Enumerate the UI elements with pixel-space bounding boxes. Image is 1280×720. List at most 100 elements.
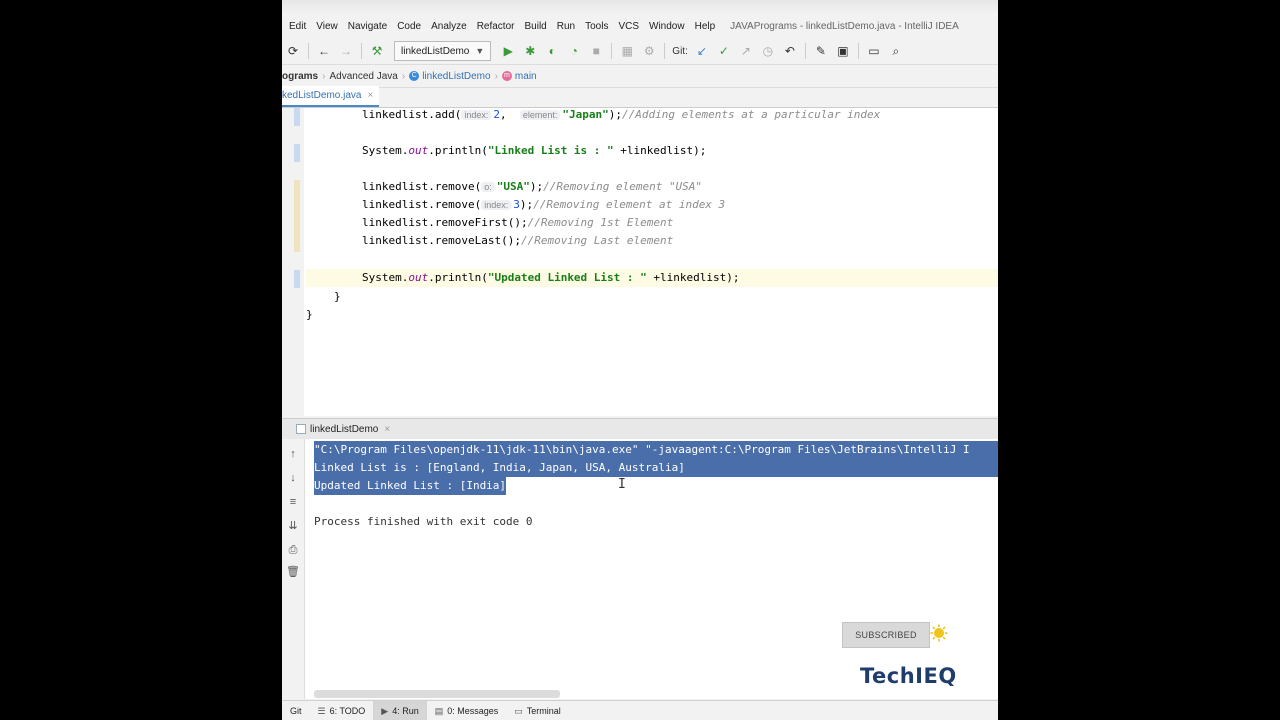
coverage-icon[interactable]: ◐	[541, 41, 563, 61]
console-line-output: Linked List is : [England, India, Japan,…	[314, 459, 685, 477]
tab-run-linkedlistdemo[interactable]: linkedListDemo ×	[296, 424, 390, 435]
breadcrumb-method[interactable]: m main	[501, 70, 537, 82]
code-line: System.out.println("Linked List is : " +…	[362, 144, 707, 157]
close-icon[interactable]: ×	[367, 90, 373, 101]
chevron-down-icon: ▼	[475, 46, 485, 56]
search-icon[interactable]: ⌕	[885, 41, 907, 61]
run-tab-label: linkedListDemo	[310, 423, 379, 435]
console-line-output: Updated Linked List : [India]	[314, 477, 507, 495]
change-marker	[294, 180, 300, 252]
text-cursor-icon: I	[618, 477, 626, 492]
brand-logo: TechIEQ	[860, 664, 957, 688]
profile-icon[interactable]: ◔	[563, 41, 585, 61]
soft-wrap-icon[interactable]: ≡	[286, 495, 300, 509]
git-push-icon[interactable]: ↗	[735, 41, 757, 61]
window-title: JAVAPrograms - linkedListDemo.java - Int…	[730, 20, 959, 32]
menu-run[interactable]: Run	[554, 21, 578, 32]
arrow-down-icon[interactable]: ↓	[286, 471, 300, 485]
menu-window[interactable]: Window	[646, 21, 688, 32]
menu-navigate[interactable]: Navigate	[345, 21, 390, 32]
rollback-icon[interactable]: ↶	[779, 41, 801, 61]
breadcrumb-class-label: linkedListDemo	[422, 70, 491, 82]
toolbar-divider	[361, 43, 362, 59]
debug-icon[interactable]: ✱	[519, 41, 541, 61]
toolbar-divider	[664, 43, 666, 59]
trash-icon[interactable]: 🗑	[286, 565, 300, 579]
chevron-right-icon: ›	[322, 70, 326, 82]
run-tool-header: linkedListDemo ×	[282, 418, 998, 439]
git-update-icon[interactable]: ↙	[691, 41, 713, 61]
run-console[interactable]: ↑ ↓ ≡ ⇊ ⎙ 🗑 "C:\Program Files\openjdk-11…	[282, 439, 998, 699]
back-icon[interactable]: ←	[313, 41, 335, 61]
run-tool-button[interactable]: ▶ 4: Run	[373, 701, 427, 720]
console-line-exit: Process finished with exit code 0	[314, 515, 533, 528]
run-label: 4: Run	[392, 706, 419, 716]
code-line: linkedlist.remove(o: "USA");//Removing el…	[362, 180, 703, 193]
todo-tool-button[interactable]: ☰ 6: TODO	[310, 701, 374, 720]
breadcrumb-method-label: main	[514, 70, 537, 82]
todo-label: 6: TODO	[329, 706, 366, 716]
arrow-up-icon[interactable]: ↑	[286, 447, 300, 461]
run-configuration-select[interactable]: linkedListDemo ▼	[394, 41, 492, 61]
menu-tools[interactable]: Tools	[582, 21, 611, 32]
project-structure-icon[interactable]: ▣	[832, 41, 854, 61]
build-hammer-icon[interactable]: ⚒	[366, 41, 388, 61]
menu-vcs[interactable]: VCS	[615, 21, 642, 32]
forward-icon[interactable]: →	[335, 41, 357, 61]
code-editor[interactable]: linkedlist.add(index: 2, element: "Japan")…	[282, 108, 998, 416]
terminal-window-icon[interactable]: ▭	[863, 41, 885, 61]
menu-view[interactable]: View	[313, 21, 341, 32]
code-line: linkedlist.removeFirst();//Removing 1st …	[362, 216, 674, 229]
menu-edit[interactable]: Edit	[286, 21, 309, 32]
code-line: }	[334, 290, 341, 303]
breadcrumb-class[interactable]: C linkedListDemo	[409, 70, 491, 82]
breadcrumb-project[interactable]: ograms	[282, 71, 318, 82]
terminal-tool-button[interactable]: ▭ Terminal	[506, 701, 569, 720]
code-line: linkedlist.remove(index: 3);//Removing el…	[362, 198, 726, 211]
settings-icon[interactable]: ⚙	[638, 41, 660, 61]
sync-icon[interactable]: ⟳	[282, 41, 304, 61]
messages-icon: ▤	[434, 705, 444, 716]
stop-icon[interactable]: ■	[585, 41, 607, 61]
messages-tool-button[interactable]: ▤ 0: Messages	[427, 701, 507, 720]
git-commit-icon[interactable]: ✓	[713, 41, 735, 61]
structure-icon[interactable]: ▦	[616, 41, 638, 61]
todo-icon: ☰	[317, 705, 326, 716]
print-icon[interactable]: ⎙	[286, 543, 300, 557]
menu-help[interactable]: Help	[692, 21, 719, 32]
toolbar-divider	[857, 43, 859, 59]
menu-analyze[interactable]: Analyze	[428, 21, 470, 32]
messages-label: 0: Messages	[447, 706, 499, 716]
scroll-to-end-icon[interactable]: ⇊	[286, 519, 300, 533]
wrench-icon[interactable]: ✎	[810, 41, 832, 61]
tab-linkedlistdemo-java[interactable]: kedListDemo.java ×	[282, 86, 380, 107]
code-line: }	[306, 308, 313, 321]
editor-tabs: kedListDemo.java ×	[282, 86, 998, 108]
code-line: System.out.println("Updated Linked List …	[362, 271, 740, 284]
subscribed-button[interactable]: SUBSCRIBED	[842, 622, 930, 648]
breadcrumb-folder[interactable]: Advanced Java	[329, 71, 397, 82]
bell-icon	[930, 624, 948, 642]
editor-tab-label: kedListDemo.java	[282, 90, 362, 101]
history-icon[interactable]: ◷	[757, 41, 779, 61]
menu-refactor[interactable]: Refactor	[474, 21, 518, 32]
editor-gutter	[282, 108, 304, 416]
close-icon[interactable]: ×	[384, 424, 390, 435]
run-config-icon	[296, 424, 306, 434]
run-configuration-label: linkedListDemo	[401, 45, 470, 57]
horizontal-scrollbar[interactable]	[314, 690, 560, 698]
code-line: linkedlist.removeLast();//Removing Last …	[362, 234, 674, 247]
breadcrumb: ograms › Advanced Java › C linkedListDem…	[282, 64, 998, 88]
run-icon[interactable]: ▶	[497, 41, 519, 61]
tool-window-bar: Git ☰ 6: TODO ▶ 4: Run ▤ 0: Messages ▭ Termi…	[282, 700, 998, 720]
method-icon: m	[501, 71, 512, 81]
title-bar	[282, 0, 998, 14]
change-marker	[294, 144, 300, 162]
console-line-command: "C:\Program Files\openjdk-11\jdk-11\bin\…	[314, 441, 970, 459]
toolbar-divider	[804, 43, 806, 59]
chevron-right-icon: ›	[401, 70, 406, 82]
console-toolbar: ↑ ↓ ≡ ⇊ ⎙ 🗑	[282, 439, 305, 699]
menu-code[interactable]: Code	[394, 21, 424, 32]
menu-build[interactable]: Build	[521, 21, 549, 32]
git-tool-button[interactable]: Git	[282, 701, 310, 720]
